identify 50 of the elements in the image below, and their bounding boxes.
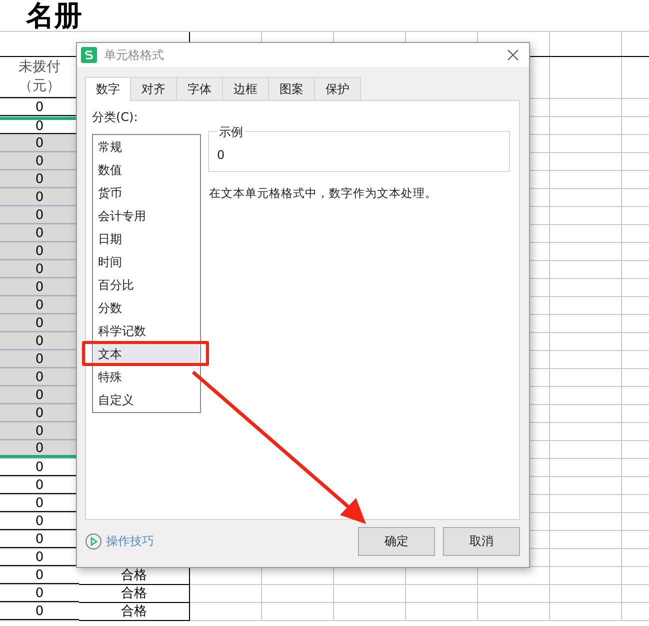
- tab[interactable]: 对齐: [131, 77, 177, 100]
- table-cell: 0: [0, 279, 79, 296]
- category-item[interactable]: 数值: [94, 159, 199, 182]
- category-item[interactable]: 常规: [94, 136, 199, 159]
- category-item[interactable]: 分数: [94, 297, 199, 320]
- table-cell: 0: [0, 441, 79, 458]
- table-cell: 0: [0, 567, 79, 584]
- table-cell: 0: [0, 333, 79, 350]
- tab[interactable]: 字体: [177, 77, 223, 100]
- dialog-title: 单元格格式: [104, 46, 165, 64]
- table-cell: 0: [0, 369, 79, 386]
- tab[interactable]: 边框: [223, 77, 269, 100]
- category-item[interactable]: 会计专用: [94, 205, 199, 228]
- sample-value: 0: [217, 148, 225, 162]
- category-item[interactable]: 时间: [94, 251, 199, 274]
- tab[interactable]: 图案: [269, 77, 315, 100]
- category-item[interactable]: 百分比: [94, 274, 199, 297]
- table-cell: 0: [0, 189, 79, 206]
- table-cell: 0: [0, 351, 79, 368]
- tab[interactable]: 数字: [85, 77, 131, 101]
- tab[interactable]: 保护: [315, 77, 361, 100]
- table-cell: 0: [0, 315, 79, 332]
- app-icon: [81, 47, 97, 63]
- close-icon[interactable]: [507, 49, 519, 61]
- category-item[interactable]: 日期: [94, 228, 199, 251]
- category-item[interactable]: 货币: [94, 182, 199, 205]
- dialog-button[interactable]: 确定: [358, 527, 435, 556]
- description-text: 在文本单元格格式中，数字作为文本处理。: [208, 186, 438, 201]
- table-cell: 0: [0, 225, 79, 242]
- category-item[interactable]: 自定义: [94, 389, 199, 412]
- sample-legend: 示例: [217, 124, 245, 141]
- table-cell: 0: [0, 405, 79, 422]
- table-cell: 0: [0, 135, 79, 152]
- table-cell: 合格: [79, 602, 190, 621]
- dialog-button[interactable]: 取消: [443, 527, 520, 556]
- table-cell: 0: [0, 243, 79, 260]
- table-cell: 0: [0, 207, 79, 224]
- table-cell: 0: [0, 171, 79, 188]
- table-cell: 0: [0, 153, 79, 170]
- category-label: 分类(C):: [92, 109, 139, 126]
- table-cell: 0: [0, 387, 79, 404]
- sheet-title: 名册: [26, 0, 82, 32]
- table-cell: 0: [0, 423, 79, 440]
- table-cell: 0: [0, 261, 79, 278]
- category-item[interactable]: 特殊: [94, 366, 199, 389]
- table-cell: 0: [0, 585, 79, 602]
- table-cell: 0: [0, 297, 79, 314]
- category-item[interactable]: 科学记数: [94, 320, 199, 343]
- table-cell: 0: [0, 603, 79, 620]
- play-icon: [85, 533, 102, 550]
